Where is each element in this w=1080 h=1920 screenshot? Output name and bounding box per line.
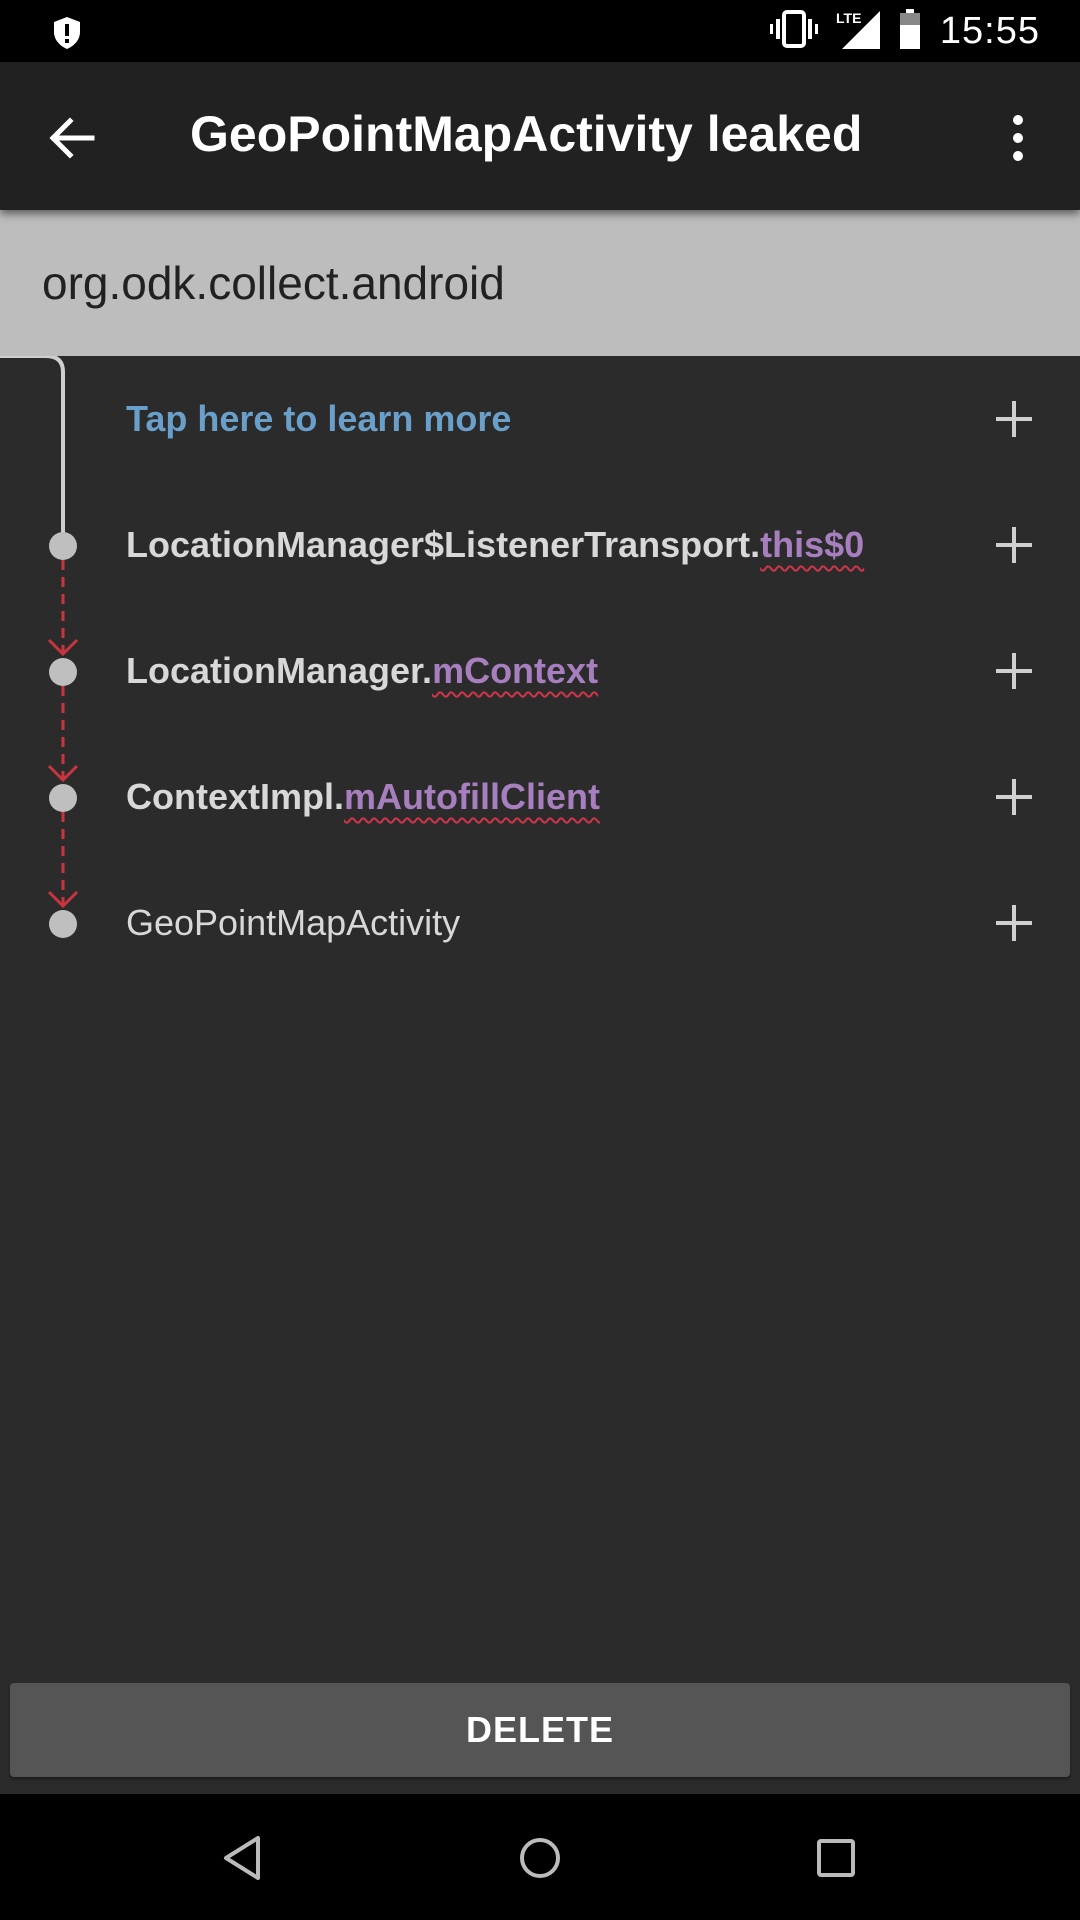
trace-row-text: ContextImpl.mAutofillClient — [126, 734, 600, 860]
class-name: LocationManager. — [126, 650, 433, 691]
page-title: GeoPointMapActivity leaked — [190, 106, 863, 162]
nav-back-button[interactable] — [214, 1828, 274, 1888]
battery-icon — [898, 8, 922, 54]
class-name: ContextImpl. — [126, 776, 345, 817]
package-header: org.odk.collect.android — [0, 210, 1080, 356]
nav-recents-button[interactable] — [806, 1828, 866, 1888]
trace-row[interactable]: GeoPointMapActivity — [0, 860, 1080, 986]
field-name: mAutofillClient — [344, 776, 600, 817]
back-button[interactable] — [40, 106, 104, 170]
expand-button[interactable] — [986, 391, 1042, 447]
trace-row[interactable]: LocationManager$ListenerTransport.this$0 — [0, 482, 1080, 608]
expand-button[interactable] — [986, 769, 1042, 825]
expand-button[interactable] — [986, 643, 1042, 699]
trace-row[interactable]: LocationManager.mContext — [0, 608, 1080, 734]
nav-recents-icon — [817, 1839, 855, 1877]
learn-more-link[interactable]: Tap here to learn more — [126, 356, 511, 482]
nav-home-icon — [520, 1838, 560, 1878]
more-vert-icon — [1013, 115, 1023, 161]
expand-button[interactable] — [986, 517, 1042, 573]
leak-trace: Tap here to learn more LocationManager$L… — [0, 356, 1080, 1680]
trace-row[interactable]: ContextImpl.mAutofillClient — [0, 734, 1080, 860]
trace-row-text: LocationManager.mContext — [126, 608, 598, 734]
app-bar: GeoPointMapActivity leaked — [0, 62, 1080, 210]
plus-icon — [996, 779, 1032, 815]
plus-icon — [996, 905, 1032, 941]
nav-back-icon — [224, 1836, 260, 1880]
status-time: 15:55 — [939, 9, 1040, 52]
plus-icon — [996, 653, 1032, 689]
lte-signal-icon: LTE — [836, 9, 880, 54]
trace-row-text: LocationManager$ListenerTransport.this$0 — [126, 482, 864, 608]
delete-button[interactable]: DELETE — [10, 1683, 1070, 1777]
arrow-back-icon — [49, 117, 95, 159]
field-name: mContext — [432, 650, 599, 691]
overflow-menu-button[interactable] — [986, 106, 1050, 170]
plus-icon — [996, 527, 1032, 563]
plus-icon — [996, 401, 1032, 437]
status-icons: LTE 15:55 — [769, 8, 1040, 54]
package-name: org.odk.collect.android — [42, 257, 505, 309]
status-bar: LTE 15:55 — [0, 0, 1080, 62]
navigation-bar — [0, 1794, 1080, 1920]
class-name: LocationManager$ListenerTransport. — [126, 524, 761, 565]
learn-more-row[interactable]: Tap here to learn more — [0, 356, 1080, 482]
lte-label: LTE — [836, 10, 861, 26]
nav-home-button[interactable] — [510, 1828, 570, 1888]
leaked-class-name: GeoPointMapActivity — [126, 902, 461, 943]
shield-alert-icon — [52, 16, 82, 55]
expand-button[interactable] — [986, 895, 1042, 951]
vibrate-icon — [769, 9, 818, 54]
field-name: this$0 — [760, 524, 865, 565]
